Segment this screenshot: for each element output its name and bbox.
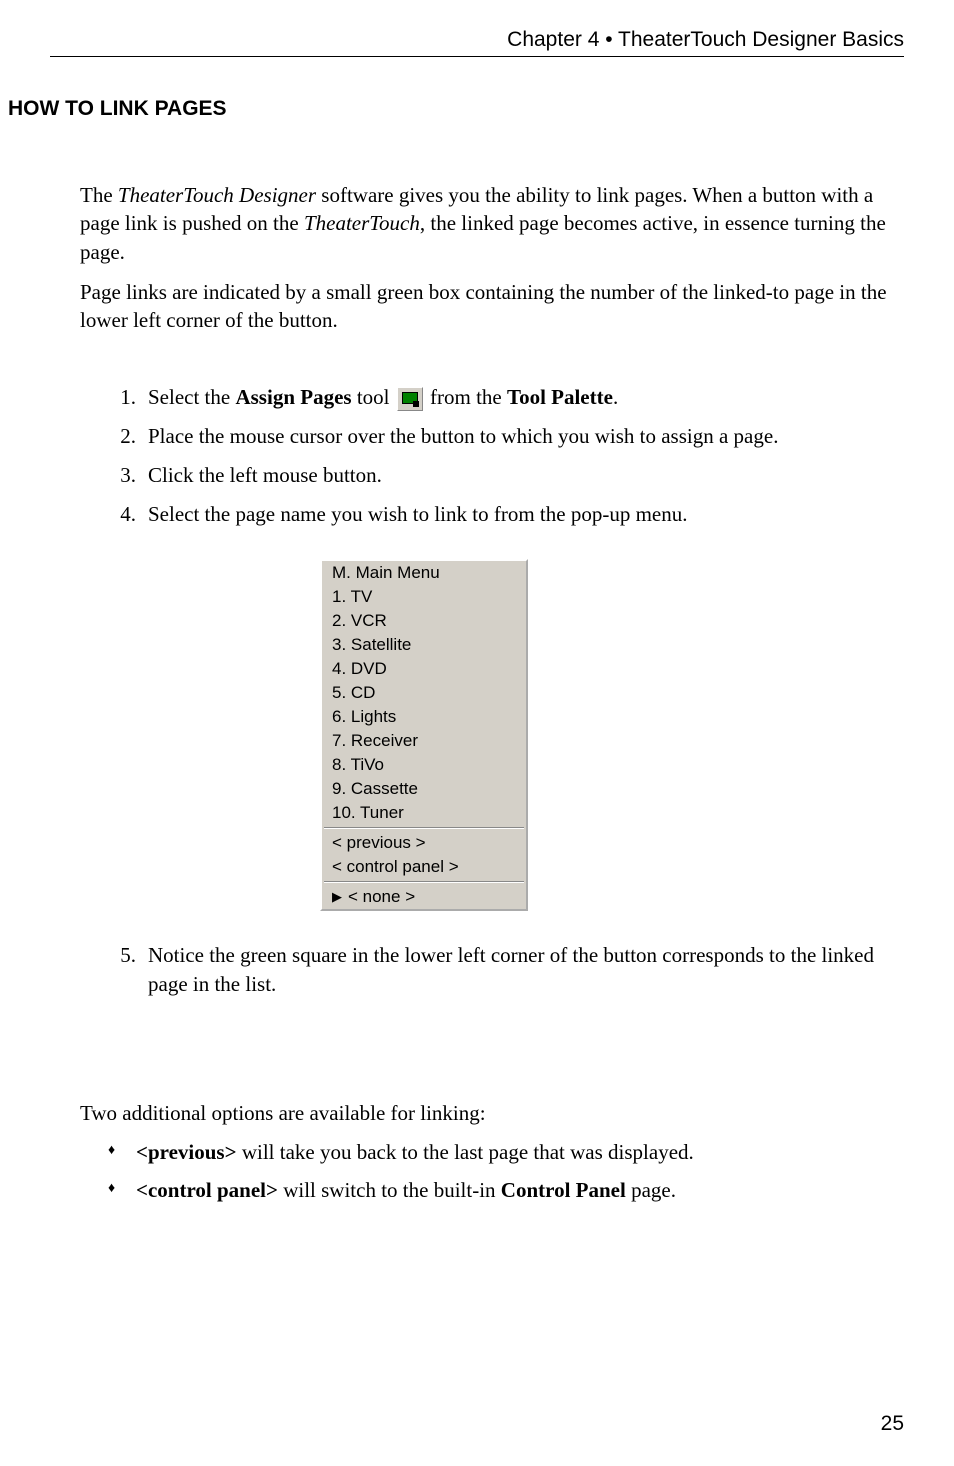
bullet-control-panel: ♦ <control panel> will switch to the bui… xyxy=(108,1175,904,1205)
step-num: 1. xyxy=(112,383,148,412)
menu-item-control-panel[interactable]: < control panel > xyxy=(322,855,526,879)
options-intro: Two additional options are available for… xyxy=(80,1099,904,1127)
submenu-arrow-icon: ▶ xyxy=(332,889,342,905)
page-name: Control Panel xyxy=(501,1178,626,1202)
menu-item-none[interactable]: ▶ < none > xyxy=(322,885,526,909)
menu-item-previous[interactable]: < previous > xyxy=(322,831,526,855)
t: from the xyxy=(425,385,507,409)
menu-separator xyxy=(324,827,524,829)
menu-item[interactable]: 9. Cassette xyxy=(322,777,526,801)
menu-item[interactable]: 2. VCR xyxy=(322,609,526,633)
t: page. xyxy=(626,1178,676,1202)
t: will switch to the built-in xyxy=(278,1178,501,1202)
step-3: 3. Click the left mouse button. xyxy=(112,461,904,490)
step-num: 5. xyxy=(112,941,148,999)
product-name-1: TheaterTouch Designer xyxy=(118,183,316,207)
t: . xyxy=(613,385,618,409)
step-text: Place the mouse cursor over the button t… xyxy=(148,422,904,451)
t: Select the xyxy=(148,385,235,409)
tool-name: Assign Pages xyxy=(235,385,351,409)
menu-item[interactable]: 8. TiVo xyxy=(322,753,526,777)
menu-item[interactable]: 4. DVD xyxy=(322,657,526,681)
intro-block: The TheaterTouch Designer software gives… xyxy=(80,181,904,335)
intro-p1: The TheaterTouch Designer software gives… xyxy=(80,181,904,266)
menu-item[interactable]: 7. Receiver xyxy=(322,729,526,753)
popup-menu-wrap: M. Main Menu 1. TV 2. VCR 3. Satellite 4… xyxy=(320,559,904,911)
chapter-header: Chapter 4 • TheaterTouch Designer Basics xyxy=(50,28,904,57)
t: The xyxy=(80,183,118,207)
intro-p2: Page links are indicated by a small gree… xyxy=(80,278,904,335)
t: will take you back to the last page that… xyxy=(237,1140,694,1164)
bullet-list: ♦ <previous> will take you back to the l… xyxy=(108,1137,904,1206)
menu-item[interactable]: 5. CD xyxy=(322,681,526,705)
step-text: Select the Assign Pages tool from the To… xyxy=(148,383,904,412)
bullet-previous: ♦ <previous> will take you back to the l… xyxy=(108,1137,904,1167)
section-title: HOW TO LINK PAGES xyxy=(8,97,904,121)
step-5: 5. Notice the green square in the lower … xyxy=(112,941,904,999)
menu-item[interactable]: 10. Tuner xyxy=(322,801,526,825)
step-num: 2. xyxy=(112,422,148,451)
step-num: 4. xyxy=(112,500,148,529)
palette-name: Tool Palette xyxy=(507,385,613,409)
menu-separator xyxy=(324,881,524,883)
step-2: 2. Place the mouse cursor over the butto… xyxy=(112,422,904,451)
bullet-text: <control panel> will switch to the built… xyxy=(136,1175,676,1205)
opt-name: <control panel> xyxy=(136,1178,278,1202)
step-4: 4. Select the page name you wish to link… xyxy=(112,500,904,529)
diamond-bullet-icon: ♦ xyxy=(108,1137,136,1167)
additional-options: Two additional options are available for… xyxy=(80,1099,904,1206)
step-1: 1. Select the Assign Pages tool from the… xyxy=(112,383,904,412)
assign-pages-tool-icon xyxy=(397,387,423,411)
diamond-bullet-icon: ♦ xyxy=(108,1175,136,1205)
page-number: 25 xyxy=(881,1412,904,1436)
bullet-text: <previous> will take you back to the las… xyxy=(136,1137,694,1167)
steps-list: 1. Select the Assign Pages tool from the… xyxy=(112,383,904,999)
step-text: Notice the green square in the lower lef… xyxy=(148,941,904,999)
step-num: 3. xyxy=(112,461,148,490)
menu-item[interactable]: 1. TV xyxy=(322,585,526,609)
menu-item[interactable]: M. Main Menu xyxy=(322,561,526,585)
step-text: Select the page name you wish to link to… xyxy=(148,500,904,529)
step-text: Click the left mouse button. xyxy=(148,461,904,490)
opt-name: <previous> xyxy=(136,1140,237,1164)
product-name-2: TheaterTouch xyxy=(304,211,420,235)
menu-item[interactable]: 3. Satellite xyxy=(322,633,526,657)
menu-item-label: < none > xyxy=(348,887,415,907)
popup-menu[interactable]: M. Main Menu 1. TV 2. VCR 3. Satellite 4… xyxy=(320,559,528,911)
menu-item[interactable]: 6. Lights xyxy=(322,705,526,729)
t: tool xyxy=(352,385,395,409)
